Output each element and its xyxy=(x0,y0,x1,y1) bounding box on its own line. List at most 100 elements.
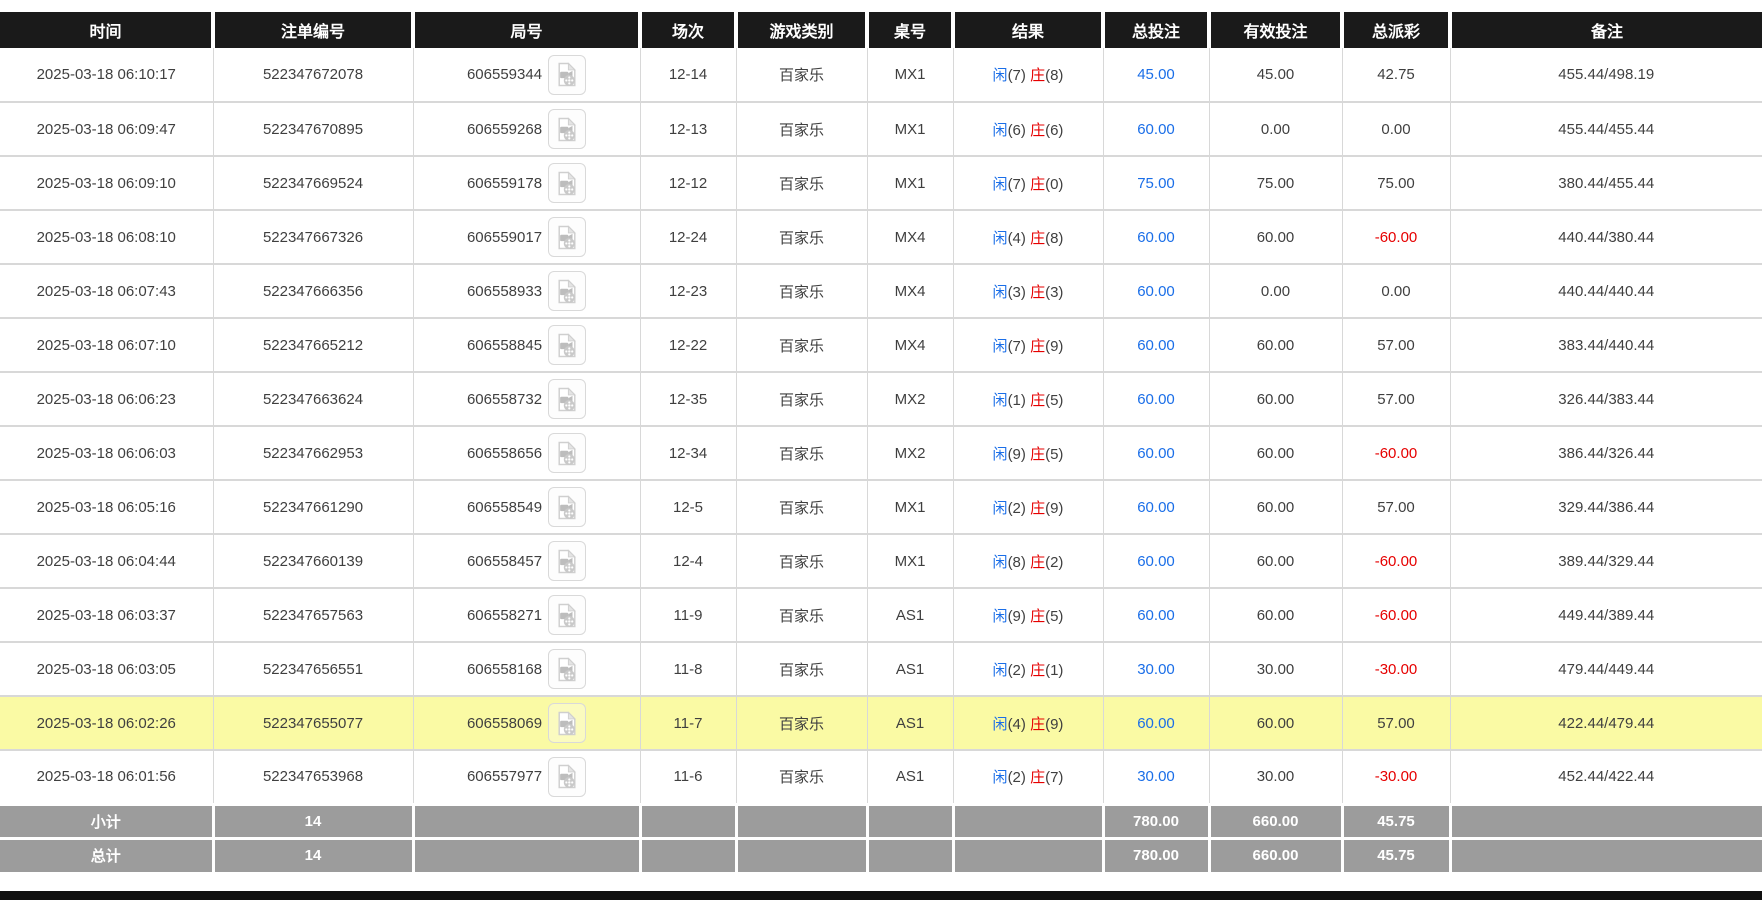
cell-remark: 422.44/479.44 xyxy=(1450,696,1762,751)
player-label: 闲 xyxy=(992,445,1008,463)
cell-result: 闲(3) 庄(3) xyxy=(953,264,1104,319)
cell-bet-id: 522347672078 xyxy=(213,48,414,103)
video-replay-button[interactable] xyxy=(548,54,587,95)
banker-score: (7) xyxy=(1045,769,1064,787)
subtotal-count: 14 xyxy=(213,802,415,838)
cell-valid-bet: 30.00 xyxy=(1209,642,1343,697)
cell-total-payout: 0.00 xyxy=(1342,264,1451,319)
film-document-icon xyxy=(556,278,578,304)
cell-game-type: 百家乐 xyxy=(736,48,868,103)
cell-total-payout: 57.00 xyxy=(1342,696,1451,751)
banker-label: 庄 xyxy=(1030,769,1046,787)
cell-total-payout: 57.00 xyxy=(1342,480,1451,535)
cell-valid-bet: 75.00 xyxy=(1209,156,1343,211)
subtotal-label: 小计 xyxy=(0,802,215,838)
video-replay-button[interactable] xyxy=(548,325,587,365)
col-header-valid-bet: 有效投注 xyxy=(1209,12,1344,48)
player-score: (2) xyxy=(1007,499,1026,517)
video-replay-button[interactable] xyxy=(548,649,587,689)
video-replay-button[interactable] xyxy=(548,433,587,473)
film-document-icon xyxy=(556,440,578,466)
cell-total-payout: 57.00 xyxy=(1342,318,1451,373)
col-header-result: 结果 xyxy=(953,12,1105,48)
video-replay-button[interactable] xyxy=(548,756,587,797)
cell-round-no: 606558168 xyxy=(413,642,641,697)
cell-time: 2025-03-18 06:07:10 xyxy=(0,318,214,373)
banker-label: 庄 xyxy=(1030,445,1046,463)
video-replay-button[interactable] xyxy=(548,109,587,149)
player-score: (8) xyxy=(1007,553,1026,571)
bet-history-page: 时间 注单编号 局号 场次 游戏类别 桌号 结果 总投注 有效投注 总派彩 备注… xyxy=(0,0,1762,900)
film-document-icon xyxy=(556,332,578,358)
banker-label: 庄 xyxy=(1030,553,1046,571)
grand-total-empty-cell xyxy=(640,836,738,872)
banker-score: (0) xyxy=(1045,175,1064,193)
cell-game-type: 百家乐 xyxy=(736,210,868,265)
cell-total-bet[interactable]: 60.00 xyxy=(1103,210,1210,265)
table-row: 2025-03-18 06:07:43 522347666356 6065589… xyxy=(0,264,1762,319)
video-replay-button[interactable] xyxy=(548,379,587,419)
player-label: 闲 xyxy=(992,337,1008,355)
player-score: (7) xyxy=(1007,67,1026,84)
cell-table-no: AS1 xyxy=(867,696,954,751)
grand-total-total-payout: 45.75 xyxy=(1342,836,1452,872)
video-replay-button[interactable] xyxy=(548,163,587,203)
banker-label: 庄 xyxy=(1030,67,1046,84)
table-row: 2025-03-18 06:08:10 522347667326 6065590… xyxy=(0,210,1762,265)
cell-total-payout: 0.00 xyxy=(1342,102,1451,157)
video-replay-button[interactable] xyxy=(548,487,587,527)
cell-total-bet[interactable]: 60.00 xyxy=(1103,372,1210,427)
cell-remark: 326.44/383.44 xyxy=(1450,372,1762,427)
cell-session: 12-12 xyxy=(640,156,737,211)
video-replay-button[interactable] xyxy=(548,703,587,743)
cell-table-no: MX2 xyxy=(867,372,954,427)
cell-total-bet[interactable]: 60.00 xyxy=(1103,480,1210,535)
cell-bet-id: 522347655077 xyxy=(213,696,414,751)
cell-table-no: MX1 xyxy=(867,48,954,103)
cell-bet-id: 522347665212 xyxy=(213,318,414,373)
cell-bet-id: 522347669524 xyxy=(213,156,414,211)
cell-game-type: 百家乐 xyxy=(736,534,868,589)
player-label: 闲 xyxy=(992,121,1008,139)
cell-total-bet[interactable]: 30.00 xyxy=(1103,642,1210,697)
player-label: 闲 xyxy=(992,769,1008,787)
cell-remark: 383.44/440.44 xyxy=(1450,318,1762,373)
video-replay-button[interactable] xyxy=(548,541,587,581)
cell-total-bet[interactable]: 60.00 xyxy=(1103,426,1210,481)
table-row: 2025-03-18 06:05:16 522347661290 6065585… xyxy=(0,480,1762,535)
cell-round-no: 606559178 xyxy=(413,156,641,211)
round-number: 606558168 xyxy=(466,660,543,678)
cell-remark: 386.44/326.44 xyxy=(1450,426,1762,481)
cell-session: 11-7 xyxy=(640,696,737,751)
cell-remark: 449.44/389.44 xyxy=(1450,588,1762,643)
video-replay-button[interactable] xyxy=(548,217,587,257)
col-header-remark: 备注 xyxy=(1450,12,1762,48)
cell-table-no: AS1 xyxy=(867,750,954,805)
cell-result: 闲(9) 庄(5) xyxy=(953,426,1104,481)
player-label: 闲 xyxy=(992,229,1008,247)
cell-total-bet[interactable]: 30.00 xyxy=(1103,750,1210,805)
banker-label: 庄 xyxy=(1030,715,1046,733)
cell-total-bet[interactable]: 60.00 xyxy=(1103,534,1210,589)
banker-score: (8) xyxy=(1045,229,1064,247)
col-header-session: 场次 xyxy=(640,12,738,48)
player-score: (9) xyxy=(1007,607,1026,625)
cell-total-bet[interactable]: 60.00 xyxy=(1103,102,1210,157)
cell-total-bet[interactable]: 60.00 xyxy=(1103,696,1210,751)
banker-label: 庄 xyxy=(1030,391,1046,409)
cell-total-bet[interactable]: 60.00 xyxy=(1103,264,1210,319)
cell-total-payout: -60.00 xyxy=(1342,210,1451,265)
cell-session: 12-23 xyxy=(640,264,737,319)
video-replay-button[interactable] xyxy=(548,271,587,311)
cell-valid-bet: 30.00 xyxy=(1209,750,1343,805)
cell-total-bet[interactable]: 75.00 xyxy=(1103,156,1210,211)
cell-total-bet[interactable]: 60.00 xyxy=(1103,318,1210,373)
cell-bet-id: 522347667326 xyxy=(213,210,414,265)
cell-total-bet[interactable]: 60.00 xyxy=(1103,588,1210,643)
video-replay-button[interactable] xyxy=(548,595,587,635)
player-label: 闲 xyxy=(992,661,1008,679)
cell-valid-bet: 60.00 xyxy=(1209,318,1343,373)
cell-total-bet[interactable]: 45.00 xyxy=(1103,48,1210,103)
table-row: 2025-03-18 06:02:26 522347655077 6065580… xyxy=(0,696,1762,751)
film-document-icon xyxy=(556,548,578,574)
